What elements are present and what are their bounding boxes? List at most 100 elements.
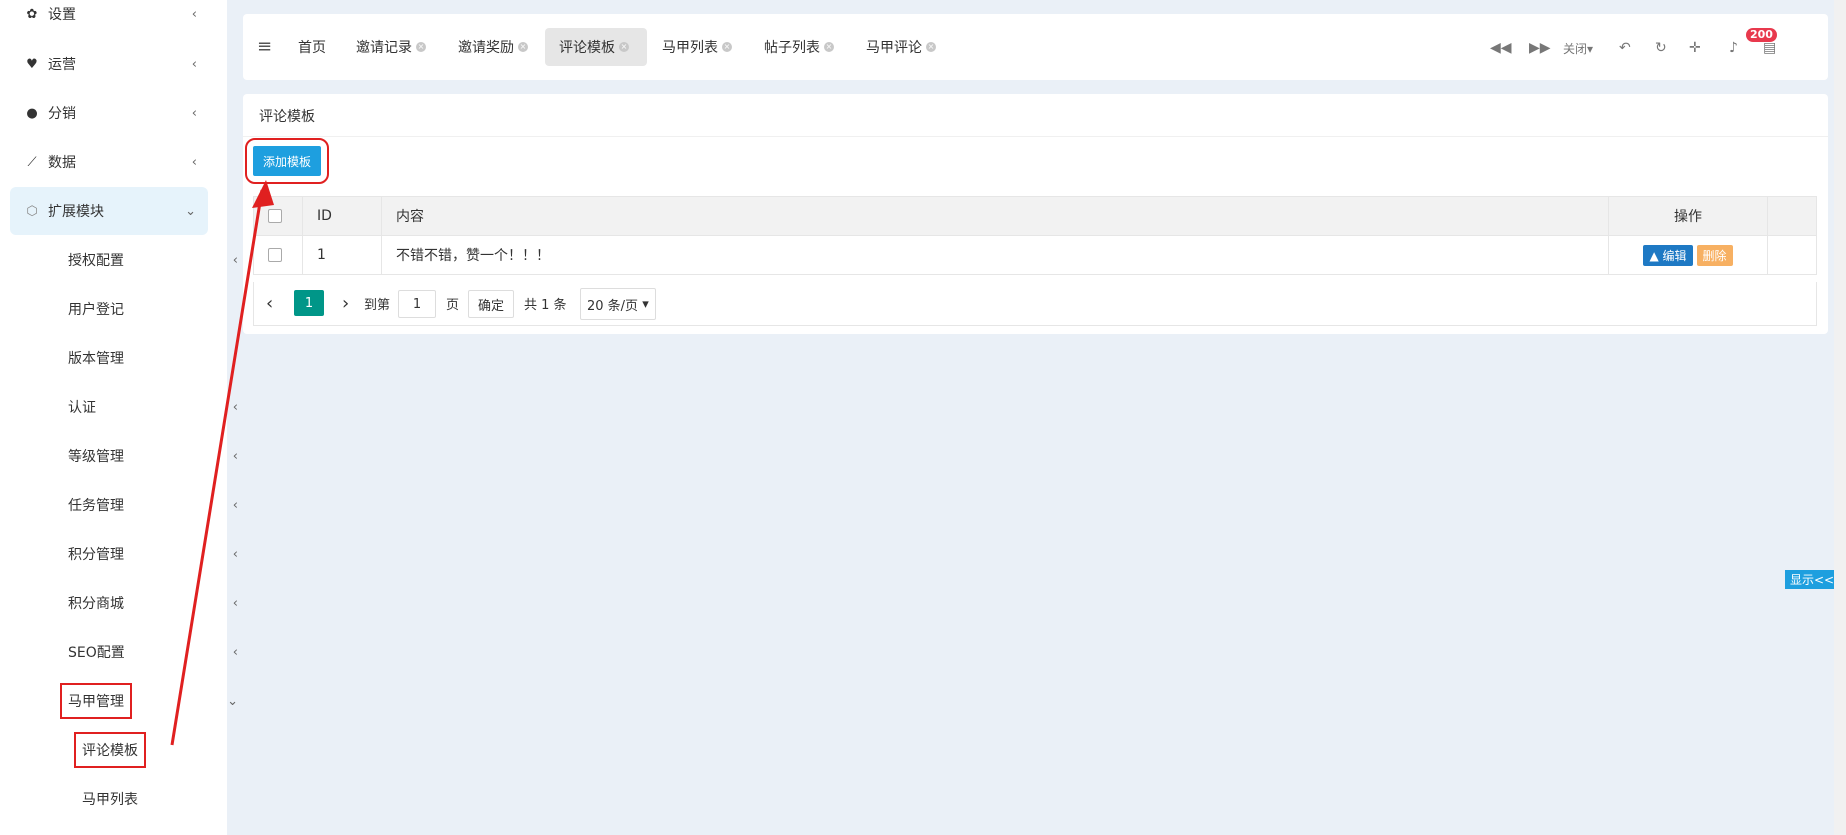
tab-invite-rewards[interactable]: 邀请奖励 × bbox=[450, 28, 536, 66]
sidebar-item-settings[interactable]: ✿ 设置 ‹ bbox=[0, 0, 227, 36]
tab-label: 评论模板 bbox=[559, 40, 615, 56]
header-actions: 操作 bbox=[1608, 196, 1768, 236]
sidebar-subsub-label: 评论模板 bbox=[74, 732, 146, 768]
chevron-left-icon: ‹ bbox=[191, 105, 197, 121]
close-icon[interactable]: × bbox=[926, 42, 936, 52]
tab-bar: ≡ 首页 邀请记录 × 邀请奖励 × 评论模板 × 马甲列表 × 帖子列表 × 马甲评论 ×… bbox=[243, 14, 1828, 80]
tab-label: 首页 bbox=[298, 40, 326, 56]
close-icon[interactable]: × bbox=[619, 42, 629, 52]
sidebar-sub-item[interactable]: 积分商城 ‹ bbox=[68, 588, 238, 618]
sidebar-sub-item[interactable]: 版本管理 bbox=[68, 343, 124, 373]
cube-icon: ⬡ bbox=[26, 203, 38, 219]
sidebar-subsub-item-comment-template[interactable]: 评论模板 bbox=[74, 732, 146, 768]
row-select-cell bbox=[253, 235, 303, 275]
fullscreen-icon[interactable]: ✛ bbox=[1689, 40, 1701, 56]
table-header-row: ID 内容 操作 bbox=[253, 196, 1817, 236]
list-icon[interactable]: ▤ bbox=[1763, 40, 1776, 56]
heartbeat-icon: ♥ bbox=[26, 56, 38, 72]
tab-label: 邀请记录 bbox=[356, 40, 412, 56]
sidebar-item-operations[interactable]: ♥ 运营 ‹ bbox=[0, 42, 227, 86]
row-spacer bbox=[1767, 235, 1817, 275]
select-all-checkbox[interactable] bbox=[268, 209, 282, 223]
prev-page-icon[interactable]: ‹ bbox=[266, 290, 273, 316]
divider bbox=[243, 136, 1828, 137]
edit-label: 编辑 bbox=[1662, 248, 1687, 263]
table-row: 1 不错不错，赞一个！！！ ▲ 编辑 删除 bbox=[253, 235, 1817, 275]
chevron-left-icon: ‹ bbox=[191, 6, 197, 22]
next-page-icon[interactable]: › bbox=[342, 290, 349, 316]
forward-icon[interactable]: ▶▶ bbox=[1529, 40, 1551, 56]
bell-icon[interactable]: ♪ bbox=[1729, 40, 1738, 56]
backward-icon[interactable]: ◀◀ bbox=[1490, 40, 1512, 56]
sidebar-sub-label: 版本管理 bbox=[68, 351, 124, 367]
tab-label: 邀请奖励 bbox=[458, 40, 514, 56]
show-toggle-button[interactable]: 显示<< bbox=[1785, 570, 1840, 589]
close-icon[interactable]: × bbox=[416, 42, 426, 52]
edit-button[interactable]: ▲ 编辑 bbox=[1643, 244, 1693, 266]
sidebar: ✿ 设置 ‹ ♥ 运营 ‹ ● 分销 ‹ ⟋ 数据 ‹ ⬡ 扩展模块 ⌄ 授权配… bbox=[0, 0, 238, 835]
sidebar-sub-label: 积分管理 bbox=[68, 547, 124, 563]
tab-invite-records[interactable]: 邀请记录 × bbox=[348, 28, 434, 66]
row-actions: ▲ 编辑 删除 bbox=[1608, 235, 1768, 275]
page-current[interactable]: 1 bbox=[294, 290, 324, 316]
total-count: 共 1 条 bbox=[524, 297, 567, 313]
row-content: 不错不错，赞一个！！！ bbox=[381, 235, 1609, 275]
page-size-label: 20 条/页 bbox=[587, 298, 639, 314]
sidebar-subsub-label: 马甲列表 bbox=[82, 792, 138, 808]
close-icon[interactable]: × bbox=[722, 42, 732, 52]
tab-majia-comments[interactable]: 马甲评论 × bbox=[858, 28, 944, 66]
goto-page-input[interactable]: 1 bbox=[398, 290, 436, 318]
delete-button[interactable]: 删除 bbox=[1696, 244, 1733, 266]
sidebar-sub-label: SEO配置 bbox=[68, 645, 125, 661]
panel-title: 评论模板 bbox=[259, 109, 315, 125]
sidebar-sub-item[interactable]: 任务管理 ‹ bbox=[68, 490, 238, 520]
sidebar-sub-item[interactable]: 积分管理 ‹ bbox=[68, 539, 238, 569]
scrollbar[interactable] bbox=[1834, 0, 1846, 835]
row-checkbox[interactable] bbox=[268, 248, 282, 262]
select-all-cell bbox=[253, 196, 303, 236]
menu-toggle-icon[interactable]: ≡ bbox=[257, 36, 272, 57]
undo-icon[interactable]: ↶ bbox=[1619, 40, 1631, 56]
sidebar-subsub-item-majia-list[interactable]: 马甲列表 bbox=[82, 784, 138, 814]
sidebar-sub-item[interactable]: SEO配置 ‹ bbox=[68, 637, 238, 667]
sidebar-item-extensions[interactable]: ⬡ 扩展模块 ⌄ bbox=[10, 187, 208, 235]
close-icon[interactable]: × bbox=[824, 42, 834, 52]
tab-comment-template[interactable]: 评论模板 × bbox=[545, 28, 647, 66]
tab-label: 马甲评论 bbox=[866, 40, 922, 56]
chevron-left-icon: ‹ bbox=[232, 252, 238, 268]
sidebar-sub-item-majia[interactable]: 马甲管理 ⌄ bbox=[60, 683, 238, 719]
goto-confirm-button[interactable]: 确定 bbox=[468, 290, 514, 318]
sidebar-sub-label: 等级管理 bbox=[68, 449, 124, 465]
sidebar-sub-label: 用户登记 bbox=[68, 302, 124, 318]
sidebar-sub-item[interactable]: 用户登记 bbox=[68, 294, 124, 324]
users-icon: ● bbox=[26, 105, 38, 121]
comment-template-panel: 评论模板 添加模板 ID 内容 操作 1 不错不错，赞一个！！！ ▲ 编辑删除 bbox=[243, 94, 1828, 334]
add-template-button[interactable]: 添加模板 bbox=[245, 138, 329, 184]
close-tabs-dropdown[interactable]: 关闭▾ bbox=[1563, 40, 1593, 57]
chevron-left-icon: ‹ bbox=[232, 595, 238, 611]
close-icon[interactable]: × bbox=[518, 42, 528, 52]
notification-badge: 200 bbox=[1746, 28, 1777, 42]
page-label: 页 bbox=[446, 297, 460, 313]
sidebar-sub-item[interactable]: 等级管理 ‹ bbox=[68, 441, 238, 471]
header-id: ID bbox=[302, 196, 382, 236]
header-content: 内容 bbox=[381, 196, 1609, 236]
sidebar-sub-label: 授权配置 bbox=[68, 253, 124, 269]
sidebar-item-label: 扩展模块 bbox=[48, 204, 104, 220]
gear-icon: ✿ bbox=[26, 6, 38, 22]
sidebar-sub-item[interactable]: 授权配置 ‹ bbox=[68, 245, 238, 275]
chevron-left-icon: ‹ bbox=[191, 56, 197, 72]
sidebar-sub-item[interactable]: 认证 ‹ bbox=[68, 392, 238, 422]
sidebar-sub-label: 马甲管理 bbox=[60, 683, 132, 719]
tab-label: 帖子列表 bbox=[764, 40, 820, 56]
tab-home[interactable]: 首页 bbox=[290, 28, 334, 66]
sidebar-item-data[interactable]: ⟋ 数据 ‹ bbox=[0, 140, 227, 184]
page-size-select[interactable]: 20 条/页 ▾ bbox=[580, 288, 656, 320]
sidebar-item-distribution[interactable]: ● 分销 ‹ bbox=[0, 91, 227, 135]
refresh-icon[interactable]: ↻ bbox=[1655, 40, 1667, 56]
tab-post-list[interactable]: 帖子列表 × bbox=[756, 28, 842, 66]
chevron-left-icon: ‹ bbox=[232, 399, 238, 415]
close-tabs-label: 关闭 bbox=[1563, 42, 1588, 56]
chevron-down-icon: ⌄ bbox=[185, 203, 196, 219]
tab-majia-list[interactable]: 马甲列表 × bbox=[654, 28, 740, 66]
